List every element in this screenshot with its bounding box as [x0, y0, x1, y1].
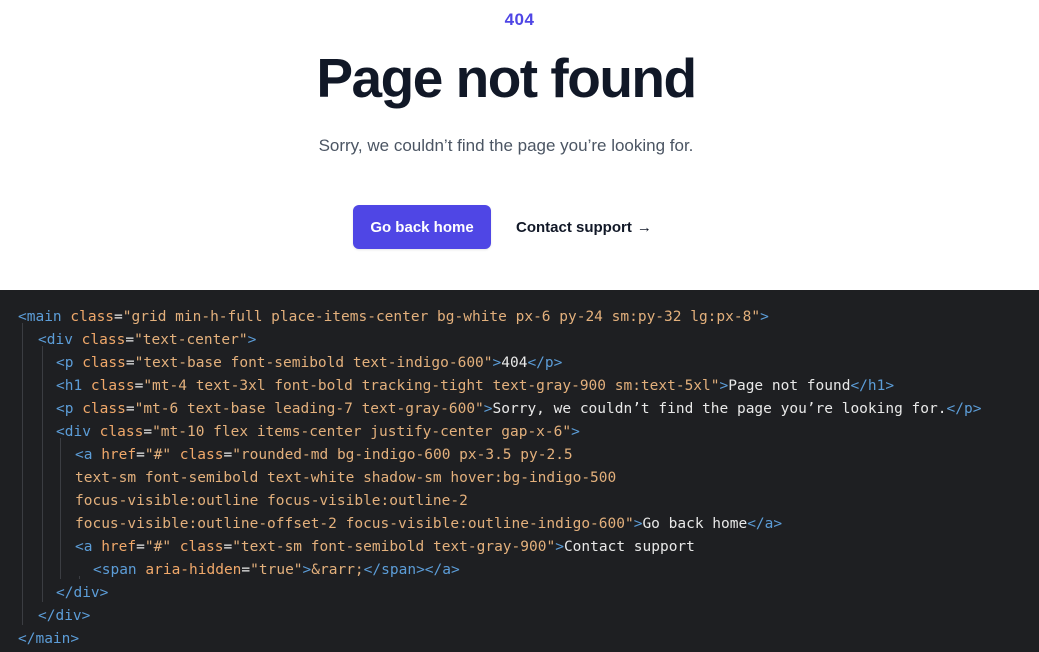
- code-line: <div class="mt-10 flex items-center just…: [56, 424, 580, 440]
- code-line: </div>: [38, 608, 91, 624]
- code-line: </div>: [56, 585, 109, 601]
- code-line: text-sm font-semibold text-white shadow-…: [75, 470, 617, 486]
- code-editor[interactable]: <main class="grid min-h-full place-items…: [0, 290, 1039, 652]
- code-line: <div class="text-center">: [38, 332, 257, 348]
- code-line: <p class="text-base font-semibold text-i…: [56, 355, 563, 371]
- code-line: focus-visible:outline focus-visible:outl…: [75, 493, 468, 509]
- indent-guide: [79, 576, 80, 579]
- code-line: <h1 class="mt-4 text-3xl font-bold track…: [56, 378, 895, 394]
- contact-support-label: Contact support: [516, 218, 632, 236]
- page-title: Page not found: [316, 47, 697, 109]
- code-line: <a href="#" class="rounded-md bg-indigo-…: [75, 447, 573, 463]
- page-subtitle: Sorry, we couldn’t find the page you’re …: [318, 136, 694, 155]
- indent-guide: [42, 346, 43, 602]
- arrow-right-icon: →: [636, 218, 652, 236]
- error-code: 404: [504, 10, 535, 29]
- code-line: <span aria-hidden="true">&rarr;</span></…: [93, 562, 460, 578]
- code-line: </main>: [18, 631, 80, 647]
- go-back-home-button[interactable]: Go back home: [353, 205, 491, 249]
- indent-guide: [22, 323, 23, 625]
- code-line: <main class="grid min-h-full place-items…: [18, 309, 769, 325]
- code-line: <p class="mt-6 text-base leading-7 text-…: [56, 401, 982, 417]
- code-line: <a href="#" class="text-sm font-semibold…: [75, 539, 695, 555]
- page-preview: 404 Page not found Sorry, we couldn’t fi…: [0, 0, 1039, 290]
- indent-guide: [60, 438, 61, 579]
- code-line: focus-visible:outline-offset-2 focus-vis…: [75, 516, 783, 532]
- contact-support-link[interactable]: Contact support →: [516, 205, 652, 249]
